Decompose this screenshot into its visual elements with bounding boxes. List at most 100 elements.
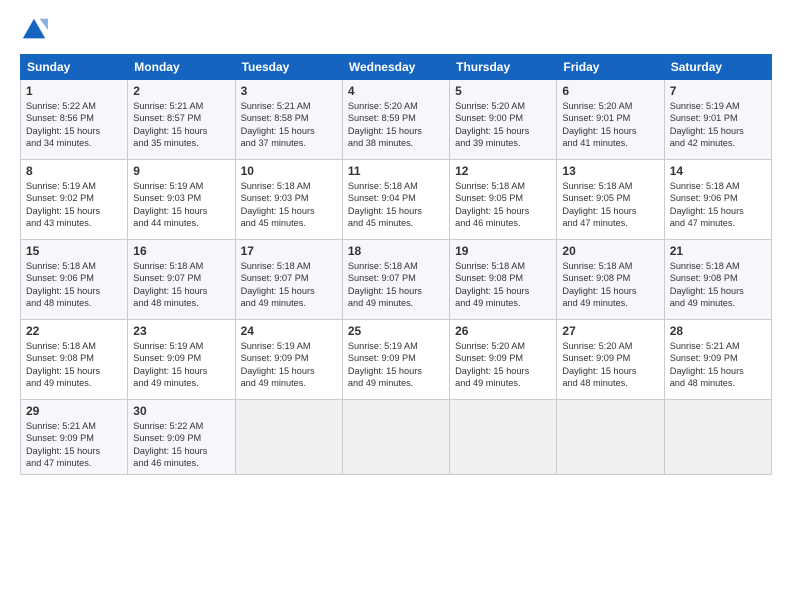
day-number: 1 [26, 84, 122, 98]
cell-info: Sunrise: 5:21 AMSunset: 8:57 PMDaylight:… [133, 101, 207, 148]
calendar-cell: 8 Sunrise: 5:19 AMSunset: 9:02 PMDayligh… [21, 160, 128, 240]
cell-info: Sunrise: 5:19 AMSunset: 9:03 PMDaylight:… [133, 181, 207, 228]
day-number: 22 [26, 324, 122, 338]
day-number: 29 [26, 404, 122, 418]
day-number: 26 [455, 324, 551, 338]
calendar-cell: 5 Sunrise: 5:20 AMSunset: 9:00 PMDayligh… [450, 80, 557, 160]
calendar-cell [235, 400, 342, 475]
calendar-cell: 11 Sunrise: 5:18 AMSunset: 9:04 PMDaylig… [342, 160, 449, 240]
calendar-table: SundayMondayTuesdayWednesdayThursdayFrid… [20, 54, 772, 475]
calendar-cell: 1 Sunrise: 5:22 AMSunset: 8:56 PMDayligh… [21, 80, 128, 160]
calendar-header-cell: Saturday [664, 55, 771, 80]
cell-info: Sunrise: 5:19 AMSunset: 9:01 PMDaylight:… [670, 101, 744, 148]
calendar-cell [342, 400, 449, 475]
day-number: 23 [133, 324, 229, 338]
calendar-cell [450, 400, 557, 475]
calendar-cell [557, 400, 664, 475]
cell-info: Sunrise: 5:18 AMSunset: 9:04 PMDaylight:… [348, 181, 422, 228]
logo [20, 16, 52, 44]
calendar-cell: 10 Sunrise: 5:18 AMSunset: 9:03 PMDaylig… [235, 160, 342, 240]
cell-info: Sunrise: 5:18 AMSunset: 9:06 PMDaylight:… [670, 181, 744, 228]
calendar-row: 1 Sunrise: 5:22 AMSunset: 8:56 PMDayligh… [21, 80, 772, 160]
calendar-cell: 6 Sunrise: 5:20 AMSunset: 9:01 PMDayligh… [557, 80, 664, 160]
cell-info: Sunrise: 5:21 AMSunset: 9:09 PMDaylight:… [26, 421, 100, 468]
calendar-cell: 15 Sunrise: 5:18 AMSunset: 9:06 PMDaylig… [21, 240, 128, 320]
calendar-cell: 9 Sunrise: 5:19 AMSunset: 9:03 PMDayligh… [128, 160, 235, 240]
calendar-cell: 27 Sunrise: 5:20 AMSunset: 9:09 PMDaylig… [557, 320, 664, 400]
calendar-cell: 22 Sunrise: 5:18 AMSunset: 9:08 PMDaylig… [21, 320, 128, 400]
day-number: 24 [241, 324, 337, 338]
calendar-header-cell: Monday [128, 55, 235, 80]
header [20, 16, 772, 44]
cell-info: Sunrise: 5:21 AMSunset: 9:09 PMDaylight:… [670, 341, 744, 388]
cell-info: Sunrise: 5:18 AMSunset: 9:08 PMDaylight:… [562, 261, 636, 308]
cell-info: Sunrise: 5:18 AMSunset: 9:07 PMDaylight:… [241, 261, 315, 308]
day-number: 28 [670, 324, 766, 338]
calendar-cell: 18 Sunrise: 5:18 AMSunset: 9:07 PMDaylig… [342, 240, 449, 320]
day-number: 17 [241, 244, 337, 258]
cell-info: Sunrise: 5:22 AMSunset: 9:09 PMDaylight:… [133, 421, 207, 468]
cell-info: Sunrise: 5:20 AMSunset: 9:01 PMDaylight:… [562, 101, 636, 148]
cell-info: Sunrise: 5:18 AMSunset: 9:05 PMDaylight:… [455, 181, 529, 228]
calendar-cell: 3 Sunrise: 5:21 AMSunset: 8:58 PMDayligh… [235, 80, 342, 160]
cell-info: Sunrise: 5:19 AMSunset: 9:09 PMDaylight:… [241, 341, 315, 388]
calendar-cell: 26 Sunrise: 5:20 AMSunset: 9:09 PMDaylig… [450, 320, 557, 400]
day-number: 9 [133, 164, 229, 178]
calendar-cell: 30 Sunrise: 5:22 AMSunset: 9:09 PMDaylig… [128, 400, 235, 475]
cell-info: Sunrise: 5:18 AMSunset: 9:07 PMDaylight:… [348, 261, 422, 308]
calendar-cell: 16 Sunrise: 5:18 AMSunset: 9:07 PMDaylig… [128, 240, 235, 320]
calendar-cell: 24 Sunrise: 5:19 AMSunset: 9:09 PMDaylig… [235, 320, 342, 400]
calendar-cell: 4 Sunrise: 5:20 AMSunset: 8:59 PMDayligh… [342, 80, 449, 160]
calendar-cell: 20 Sunrise: 5:18 AMSunset: 9:08 PMDaylig… [557, 240, 664, 320]
calendar-cell: 7 Sunrise: 5:19 AMSunset: 9:01 PMDayligh… [664, 80, 771, 160]
calendar-cell: 28 Sunrise: 5:21 AMSunset: 9:09 PMDaylig… [664, 320, 771, 400]
cell-info: Sunrise: 5:18 AMSunset: 9:07 PMDaylight:… [133, 261, 207, 308]
calendar-cell: 25 Sunrise: 5:19 AMSunset: 9:09 PMDaylig… [342, 320, 449, 400]
day-number: 27 [562, 324, 658, 338]
day-number: 21 [670, 244, 766, 258]
day-number: 30 [133, 404, 229, 418]
logo-icon [20, 16, 48, 44]
cell-info: Sunrise: 5:20 AMSunset: 9:09 PMDaylight:… [455, 341, 529, 388]
day-number: 15 [26, 244, 122, 258]
calendar-cell: 13 Sunrise: 5:18 AMSunset: 9:05 PMDaylig… [557, 160, 664, 240]
calendar-cell: 23 Sunrise: 5:19 AMSunset: 9:09 PMDaylig… [128, 320, 235, 400]
day-number: 12 [455, 164, 551, 178]
cell-info: Sunrise: 5:18 AMSunset: 9:08 PMDaylight:… [26, 341, 100, 388]
cell-info: Sunrise: 5:18 AMSunset: 9:05 PMDaylight:… [562, 181, 636, 228]
calendar-header-cell: Tuesday [235, 55, 342, 80]
calendar-cell: 29 Sunrise: 5:21 AMSunset: 9:09 PMDaylig… [21, 400, 128, 475]
calendar-cell [664, 400, 771, 475]
day-number: 20 [562, 244, 658, 258]
cell-info: Sunrise: 5:18 AMSunset: 9:06 PMDaylight:… [26, 261, 100, 308]
cell-info: Sunrise: 5:20 AMSunset: 9:09 PMDaylight:… [562, 341, 636, 388]
cell-info: Sunrise: 5:19 AMSunset: 9:02 PMDaylight:… [26, 181, 100, 228]
cell-info: Sunrise: 5:20 AMSunset: 8:59 PMDaylight:… [348, 101, 422, 148]
cell-info: Sunrise: 5:21 AMSunset: 8:58 PMDaylight:… [241, 101, 315, 148]
calendar-header-cell: Friday [557, 55, 664, 80]
calendar-row: 22 Sunrise: 5:18 AMSunset: 9:08 PMDaylig… [21, 320, 772, 400]
calendar-header-cell: Sunday [21, 55, 128, 80]
calendar-header-cell: Thursday [450, 55, 557, 80]
day-number: 11 [348, 164, 444, 178]
calendar-cell: 19 Sunrise: 5:18 AMSunset: 9:08 PMDaylig… [450, 240, 557, 320]
page: SundayMondayTuesdayWednesdayThursdayFrid… [0, 0, 792, 612]
day-number: 16 [133, 244, 229, 258]
cell-info: Sunrise: 5:18 AMSunset: 9:08 PMDaylight:… [455, 261, 529, 308]
cell-info: Sunrise: 5:19 AMSunset: 9:09 PMDaylight:… [133, 341, 207, 388]
day-number: 3 [241, 84, 337, 98]
calendar-header-cell: Wednesday [342, 55, 449, 80]
day-number: 10 [241, 164, 337, 178]
cell-info: Sunrise: 5:18 AMSunset: 9:08 PMDaylight:… [670, 261, 744, 308]
cell-info: Sunrise: 5:22 AMSunset: 8:56 PMDaylight:… [26, 101, 100, 148]
calendar-row: 29 Sunrise: 5:21 AMSunset: 9:09 PMDaylig… [21, 400, 772, 475]
cell-info: Sunrise: 5:20 AMSunset: 9:00 PMDaylight:… [455, 101, 529, 148]
calendar-row: 8 Sunrise: 5:19 AMSunset: 9:02 PMDayligh… [21, 160, 772, 240]
calendar-cell: 17 Sunrise: 5:18 AMSunset: 9:07 PMDaylig… [235, 240, 342, 320]
calendar-cell: 21 Sunrise: 5:18 AMSunset: 9:08 PMDaylig… [664, 240, 771, 320]
day-number: 19 [455, 244, 551, 258]
day-number: 8 [26, 164, 122, 178]
cell-info: Sunrise: 5:18 AMSunset: 9:03 PMDaylight:… [241, 181, 315, 228]
day-number: 6 [562, 84, 658, 98]
day-number: 2 [133, 84, 229, 98]
